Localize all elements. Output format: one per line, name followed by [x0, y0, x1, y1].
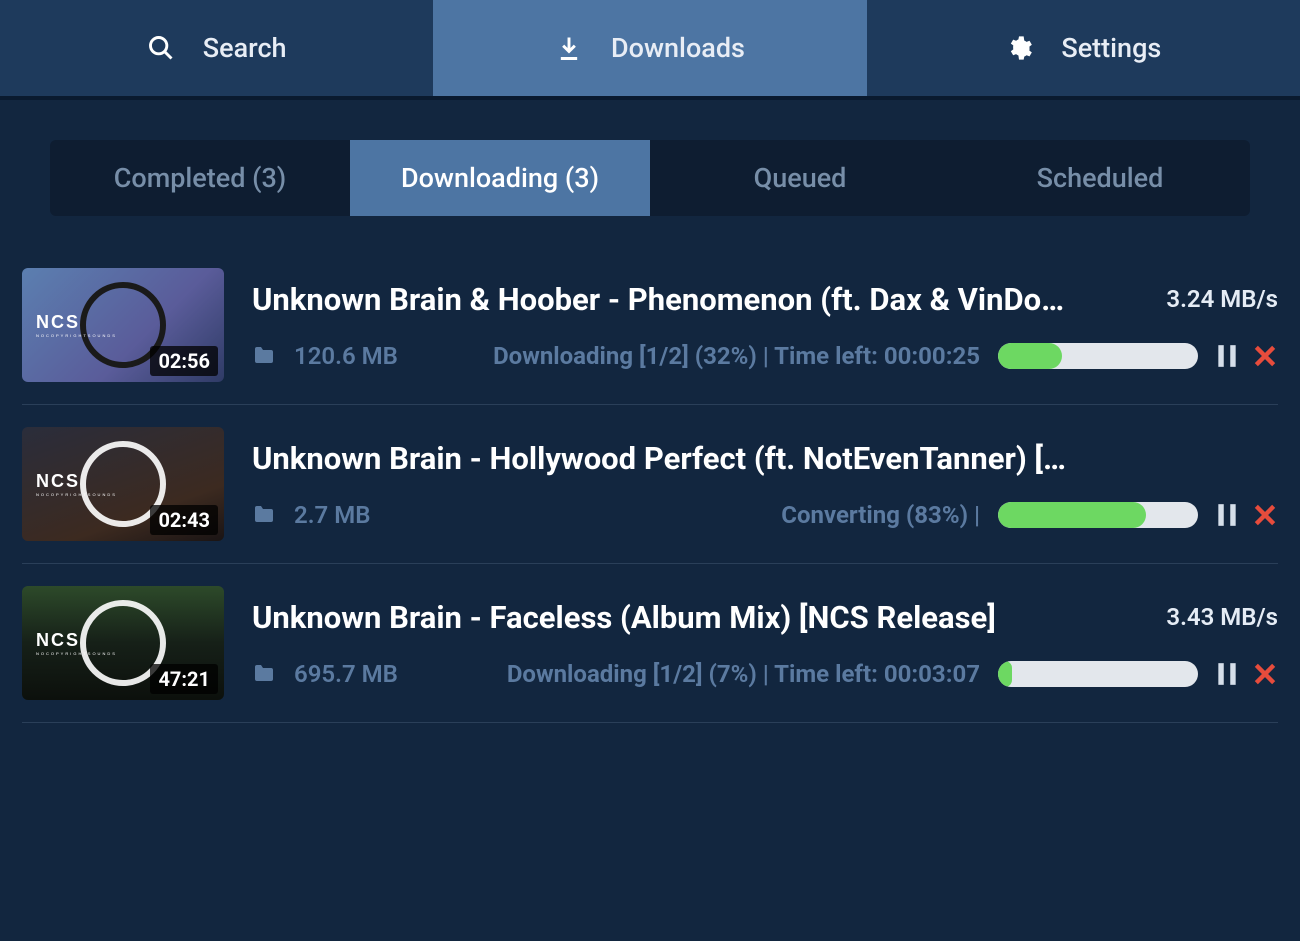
item-status: Converting (83%) | [388, 501, 980, 529]
ncs-tag: NCSNOCOPYRIGHTSOUNDS [36, 630, 117, 656]
duration-badge: 02:43 [150, 505, 218, 535]
item-title: Unknown Brain - Hollywood Perfect (ft. N… [252, 440, 1260, 477]
folder-icon[interactable] [252, 503, 276, 527]
download-row: NCSNOCOPYRIGHTSOUNDS 47:21 Unknown Brain… [22, 564, 1278, 723]
item-status: Downloading [1/2] (7%) | Time left: 00:0… [416, 660, 980, 688]
download-row: NCSNOCOPYRIGHTSOUNDS 02:43 Unknown Brain… [22, 405, 1278, 564]
nav-settings-label: Settings [1061, 32, 1161, 64]
pause-button[interactable] [1216, 343, 1238, 369]
item-title: Unknown Brain & Hoober - Phenomenon (ft.… [252, 281, 1148, 318]
tab-scheduled[interactable]: Scheduled [950, 140, 1250, 216]
progress-bar [998, 661, 1198, 687]
item-size: 695.7 MB [294, 660, 398, 688]
ncs-tag: NCSNOCOPYRIGHTSOUNDS [36, 312, 117, 338]
nav-search-label: Search [203, 32, 287, 64]
item-speed: 3.24 MB/s [1166, 285, 1278, 313]
cancel-button[interactable] [1252, 502, 1278, 528]
pause-button[interactable] [1216, 502, 1238, 528]
tab-completed[interactable]: Completed (3) [50, 140, 350, 216]
progress-bar [998, 343, 1198, 369]
folder-icon[interactable] [252, 344, 276, 368]
tab-queued[interactable]: Queued [650, 140, 950, 216]
item-size: 2.7 MB [294, 501, 370, 529]
pause-button[interactable] [1216, 661, 1238, 687]
gear-icon [1005, 34, 1033, 62]
nav-search[interactable]: Search [0, 0, 433, 96]
item-status: Downloading [1/2] (32%) | Time left: 00:… [416, 342, 980, 370]
progress-bar [998, 502, 1198, 528]
nav-downloads-label: Downloads [611, 32, 745, 64]
duration-badge: 02:56 [150, 346, 218, 376]
cancel-button[interactable] [1252, 343, 1278, 369]
cancel-button[interactable] [1252, 661, 1278, 687]
thumbnail[interactable]: NCSNOCOPYRIGHTSOUNDS 47:21 [22, 586, 224, 700]
thumbnail[interactable]: NCSNOCOPYRIGHTSOUNDS 02:56 [22, 268, 224, 382]
folder-icon[interactable] [252, 662, 276, 686]
downloads-list: NCSNOCOPYRIGHTSOUNDS 02:56 Unknown Brain… [0, 246, 1300, 723]
nav-settings[interactable]: Settings [867, 0, 1300, 96]
duration-badge: 47:21 [150, 664, 218, 694]
thumbnail[interactable]: NCSNOCOPYRIGHTSOUNDS 02:43 [22, 427, 224, 541]
item-size: 120.6 MB [294, 342, 398, 370]
download-row: NCSNOCOPYRIGHTSOUNDS 02:56 Unknown Brain… [22, 246, 1278, 405]
download-icon [555, 34, 583, 62]
ncs-tag: NCSNOCOPYRIGHTSOUNDS [36, 471, 117, 497]
item-title: Unknown Brain - Faceless (Album Mix) [NC… [252, 599, 1148, 636]
nav-downloads[interactable]: Downloads [433, 0, 866, 96]
item-speed: 3.43 MB/s [1166, 603, 1278, 631]
tab-downloading[interactable]: Downloading (3) [350, 140, 650, 216]
search-icon [147, 34, 175, 62]
subtabs: Completed (3) Downloading (3) Queued Sch… [50, 140, 1250, 216]
